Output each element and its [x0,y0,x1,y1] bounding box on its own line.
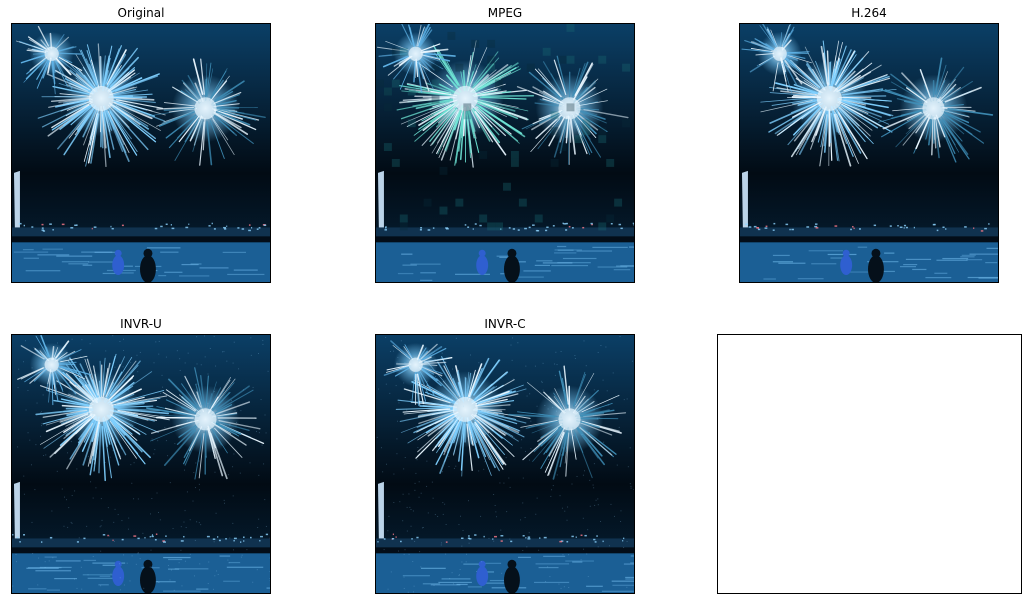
dark-land-strip [12,547,270,554]
panel-title-invr-u: INVR-U [120,317,162,331]
shoreline [12,227,270,238]
left-light-streak [13,170,20,237]
dark-figure-silhouette [140,566,156,593]
dark-figure-silhouette [868,255,884,282]
panel-title-mpeg: MPEG [487,6,523,20]
dark-land-strip [740,236,998,243]
image-panel-mpeg [375,23,635,283]
water [376,553,634,593]
blue-figure-silhouette [476,255,489,276]
dark-land-strip [12,236,270,243]
panel-title-original: Original [117,6,165,20]
water [12,242,270,282]
dark-figure-silhouette [140,255,156,282]
image-panel-h264 [739,23,999,283]
panel-title-invr-c: INVR-C [484,317,526,331]
left-light-streak [377,481,384,548]
shoreline [12,538,270,549]
dark-figure-silhouette [504,255,520,282]
left-light-streak [741,170,748,237]
blue-figure-silhouette [840,255,853,276]
image-panel-original [11,23,271,283]
left-light-streak [377,170,384,237]
dark-land-strip [376,236,634,243]
empty-axes-panel [717,334,1022,594]
fireworks-image [376,335,634,593]
fireworks-image [740,24,998,282]
water [12,553,270,593]
panel-title-h264: H.264 [851,6,887,20]
image-panel-invr-c [375,334,635,594]
blue-figure-silhouette [112,255,125,276]
fireworks-image [376,24,634,282]
dark-land-strip [376,547,634,554]
shoreline [376,227,634,238]
dark-figure-silhouette [504,566,520,593]
fireworks-image [12,24,270,282]
shoreline [740,227,998,238]
image-panel-invr-u [11,334,271,594]
fireworks-image [12,335,270,593]
blue-figure-silhouette [476,566,489,587]
blue-figure-silhouette [112,566,125,587]
water [376,242,634,282]
